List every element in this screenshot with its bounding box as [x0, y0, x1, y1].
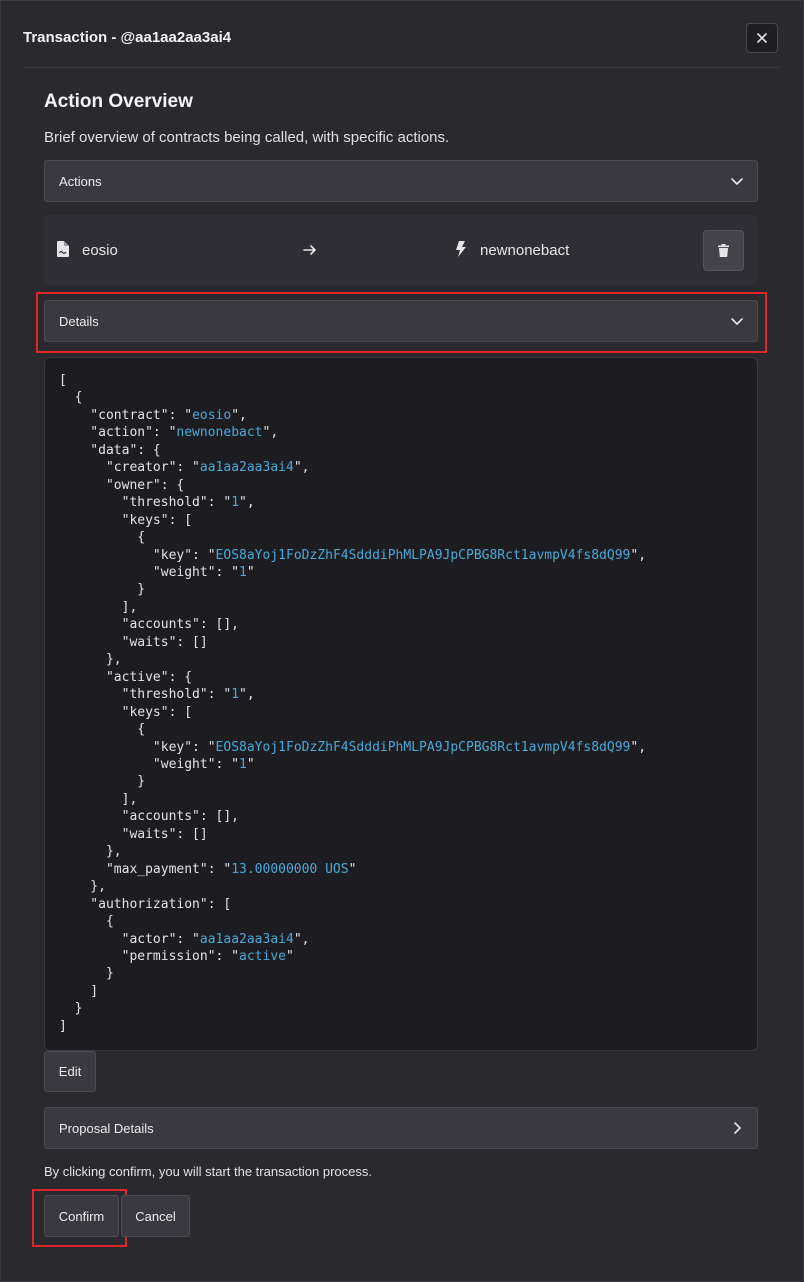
proposal-details-accordion[interactable]: Proposal Details: [44, 1107, 758, 1149]
code-line: "owner": {: [59, 477, 185, 493]
code-line: "accounts": [],: [59, 809, 240, 825]
code-line: "active": {: [59, 669, 193, 685]
code-line: ]: [59, 1018, 67, 1034]
contract-name: eosio: [82, 242, 118, 259]
json-active-weight-value: 1: [239, 756, 247, 772]
code-line: },: [59, 844, 122, 860]
json-active-key-value: EOS8aYoj1FoDzZhF4SdddiPhMLPA9JpCPBG8Rct1…: [215, 739, 631, 755]
code-line: "weight": "1": [59, 564, 255, 580]
action-name: newnonebact: [480, 242, 570, 259]
section-subtitle: Brief overview of contracts being called…: [44, 129, 450, 146]
cancel-button-label: Cancel: [135, 1208, 176, 1224]
confirm-button[interactable]: Confirm: [44, 1195, 119, 1237]
code-line: "data": {: [59, 442, 161, 458]
json-permission-value: active: [239, 948, 286, 964]
json-actor-value: aa1aa2aa3ai4: [199, 931, 294, 947]
details-accordion[interactable]: Details: [44, 300, 758, 342]
chevron-right-icon: [734, 1122, 741, 1134]
file-contract-icon: [57, 241, 69, 257]
json-contract-value: eosio: [192, 407, 232, 423]
details-accordion-label: Details: [59, 313, 99, 329]
code-line: "key": "EOS8aYoj1FoDzZhF4SdddiPhMLPA9JpC…: [59, 739, 647, 755]
code-line: ]: [59, 983, 99, 999]
action-row: eosio newnonebact: [44, 215, 758, 285]
code-line: }: [59, 1001, 83, 1017]
code-line: {: [59, 914, 114, 930]
json-creator-value: aa1aa2aa3ai4: [199, 460, 294, 476]
code-line: "waits": []: [59, 826, 208, 842]
code-line: }: [59, 966, 114, 982]
code-line: }: [59, 582, 146, 598]
code-line: "threshold": "1",: [59, 495, 255, 511]
confirm-button-label: Confirm: [58, 1208, 105, 1224]
code-line: "actor": "aa1aa2aa3ai4",: [59, 931, 310, 947]
code-line: "key": "EOS8aYoj1FoDzZhF4SdddiPhMLPA9JpC…: [59, 547, 647, 563]
chevron-down-icon: [731, 318, 743, 325]
code-line: "keys": [: [59, 704, 193, 720]
delete-action-button[interactable]: [703, 230, 744, 271]
details-json-viewer: [ { "contract": "eosio", "action": "newn…: [44, 357, 758, 1051]
json-action-value: newnonebact: [176, 425, 263, 441]
arrow-right-icon: [303, 245, 316, 255]
code-line: },: [59, 652, 122, 668]
code-line: },: [59, 879, 106, 895]
code-line: ],: [59, 791, 138, 807]
code-line: "contract": "eosio",: [59, 407, 247, 423]
header-divider: [23, 67, 779, 68]
proposal-details-accordion-label: Proposal Details: [59, 1120, 154, 1136]
code-line: "waits": []: [59, 634, 208, 650]
code-line: "accounts": [],: [59, 617, 240, 633]
bolt-icon: [456, 241, 466, 257]
section-title: Action Overview: [44, 91, 193, 112]
footer-note: By clicking confirm, you will start the …: [44, 1164, 373, 1179]
json-active-threshold-value: 1: [231, 687, 240, 703]
code-line: "keys": [: [59, 512, 193, 528]
code-line: ],: [59, 599, 138, 615]
edit-button[interactable]: Edit: [44, 1051, 96, 1092]
actions-accordion[interactable]: Actions: [44, 160, 758, 202]
trash-icon: [718, 244, 729, 257]
code-line: {: [59, 530, 146, 546]
json-owner-key-value: EOS8aYoj1FoDzZhF4SdddiPhMLPA9JpCPBG8Rct1…: [215, 547, 631, 563]
dialog-header: Transaction - @aa1aa2aa3ai4: [1, 1, 803, 69]
chevron-down-icon: [731, 178, 743, 185]
json-owner-threshold-value: 1: [231, 495, 240, 511]
code-line: "max_payment": "13.00000000 UOS": [59, 861, 357, 877]
code-line: "permission": "active": [59, 948, 294, 964]
close-icon: [757, 33, 767, 43]
code-line: "weight": "1": [59, 756, 255, 772]
code-line: "authorization": [: [59, 896, 232, 912]
cancel-button[interactable]: Cancel: [121, 1195, 190, 1237]
code-line: {: [59, 722, 146, 738]
code-line: {: [59, 390, 83, 406]
code-line: "action": "newnonebact",: [59, 425, 279, 441]
json-max-payment-value: 13.00000000 UOS: [231, 861, 349, 877]
code-line: }: [59, 774, 146, 790]
code-line: [: [59, 373, 67, 388]
code-line: "creator": "aa1aa2aa3ai4",: [59, 460, 310, 476]
actions-accordion-label: Actions: [59, 173, 102, 189]
transaction-dialog: Transaction - @aa1aa2aa3ai4 Action Overv…: [0, 0, 804, 1282]
code-line: "threshold": "1",: [59, 687, 255, 703]
close-button[interactable]: [746, 23, 778, 53]
dialog-title: Transaction - @aa1aa2aa3ai4: [23, 29, 232, 46]
edit-button-label: Edit: [58, 1064, 82, 1079]
json-owner-weight-value: 1: [239, 564, 247, 580]
